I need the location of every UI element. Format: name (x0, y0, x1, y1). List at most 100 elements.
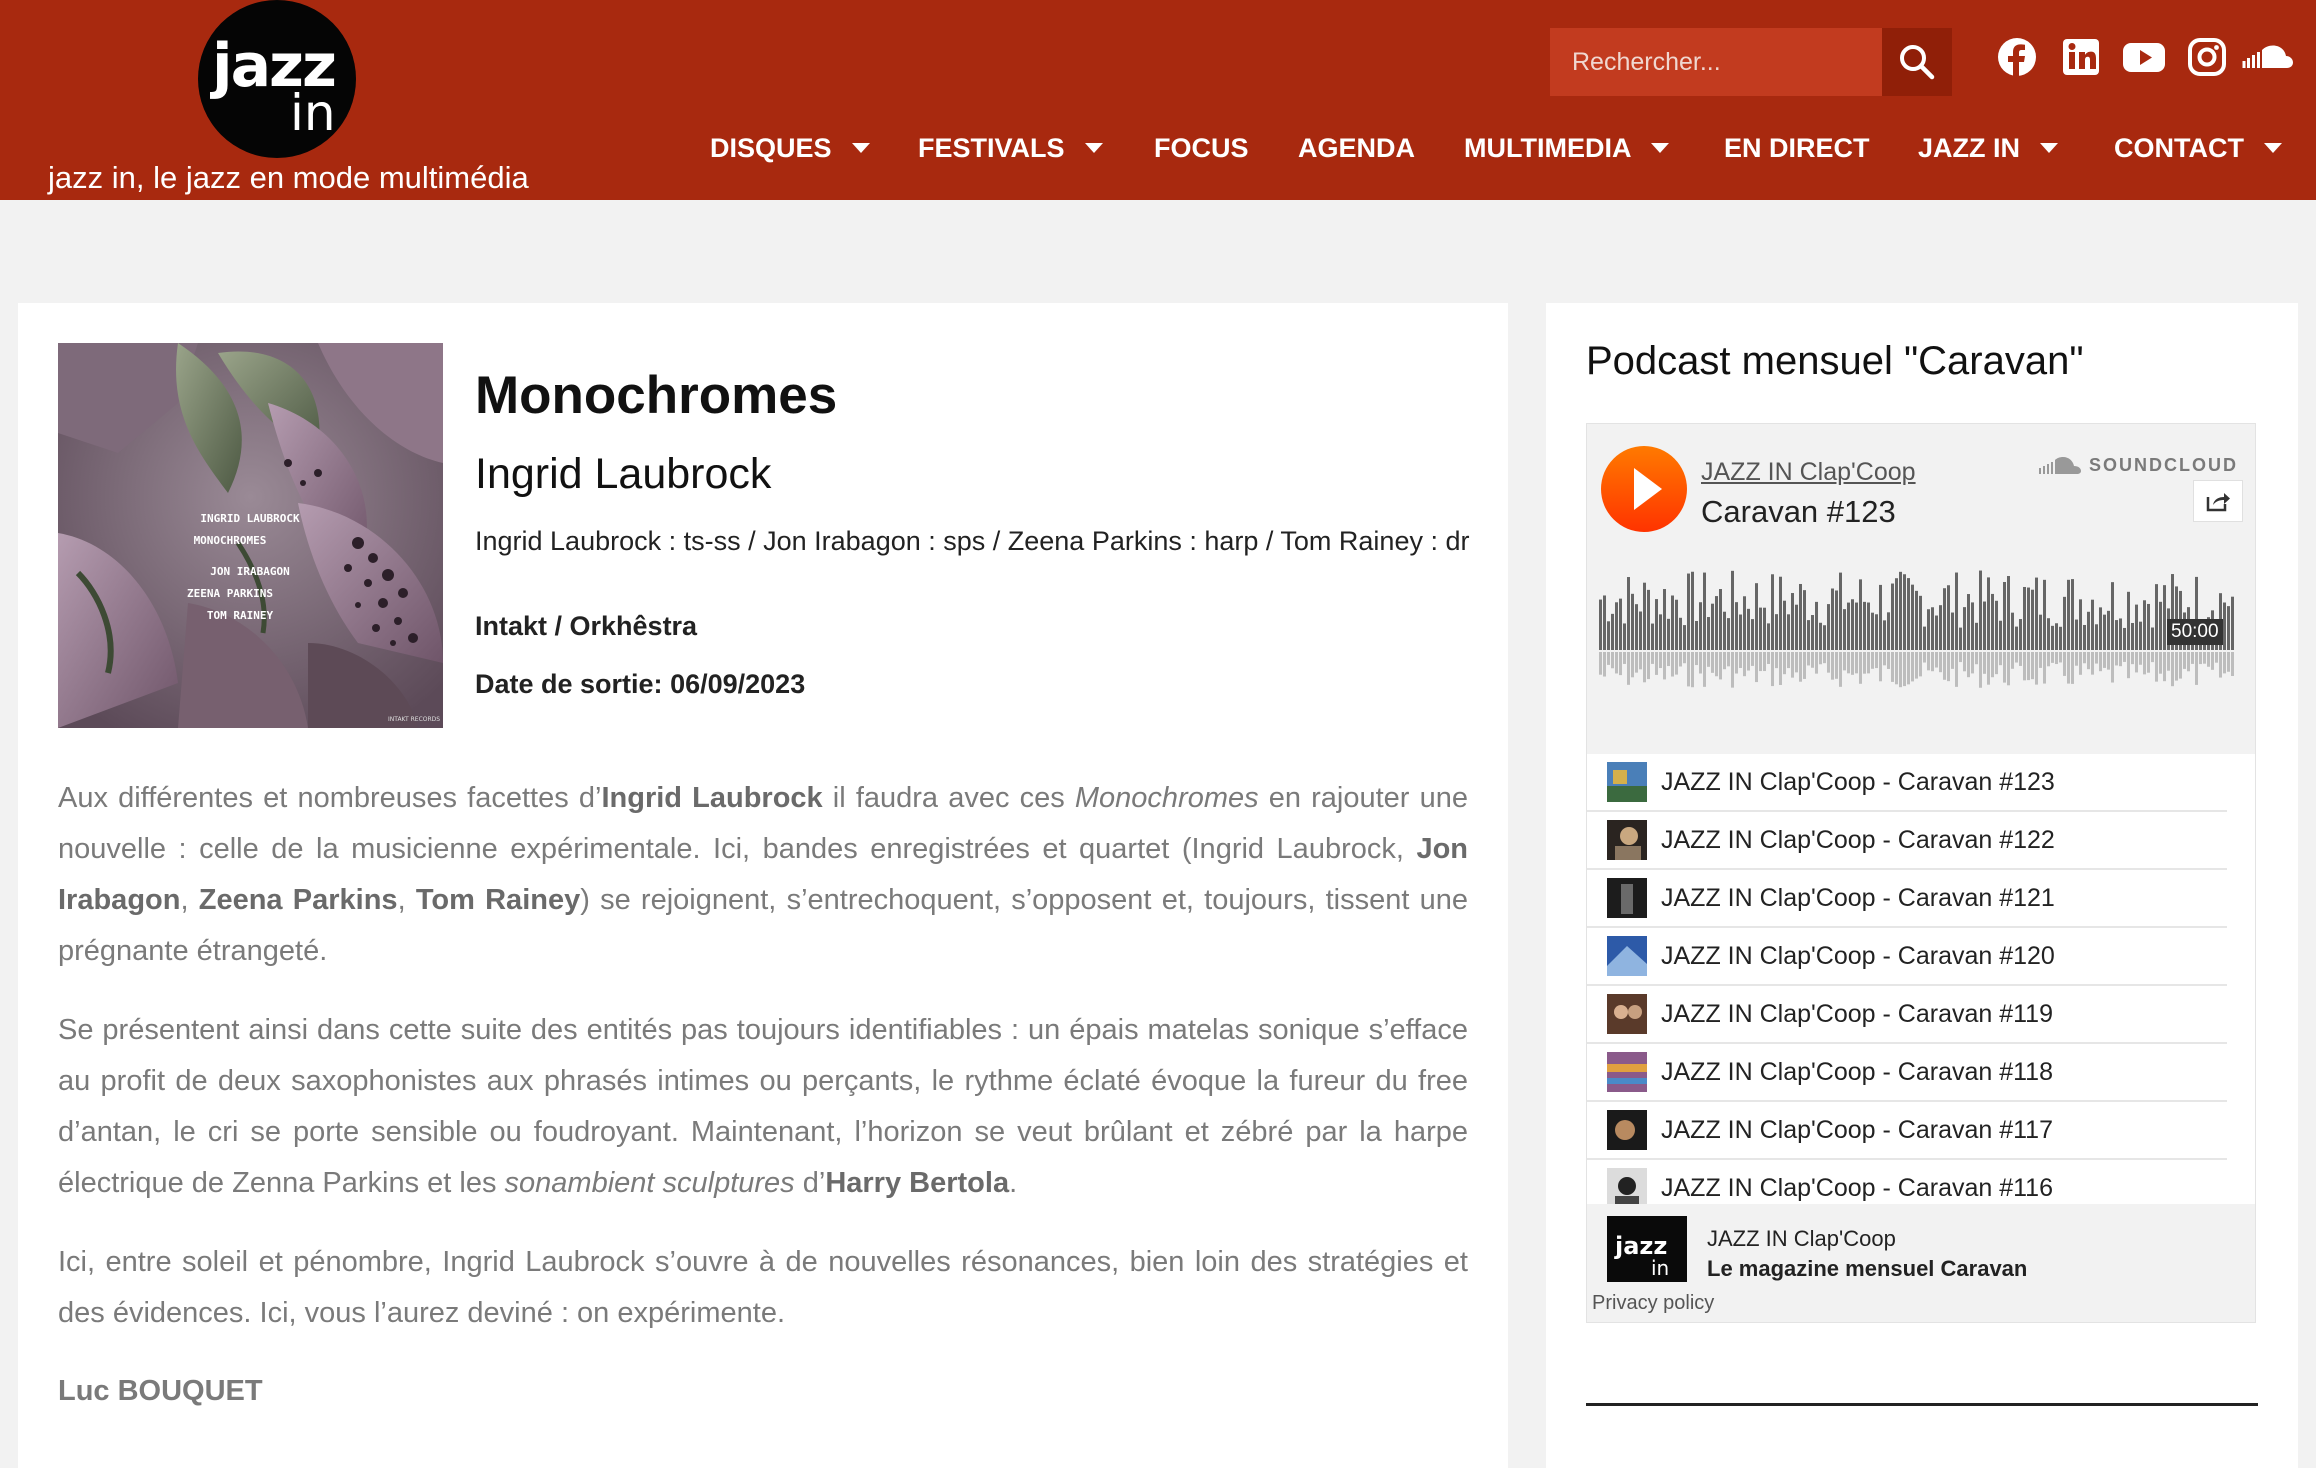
nav-multimedia[interactable]: MULTIMEDIA (1464, 128, 1670, 168)
track-thumbnail (1607, 1168, 1647, 1208)
waveform-bar (1999, 620, 2002, 650)
waveform-bar (1759, 607, 1762, 650)
player-track-title[interactable]: Caravan #123 (1701, 494, 1896, 530)
site-logo[interactable]: jazz in (198, 0, 356, 158)
waveform-reflection-bar (2067, 652, 2070, 684)
waveform-reflection-bar (1923, 652, 1926, 663)
waveform-reflection-bar (1791, 652, 1794, 678)
waveform-bar (2015, 626, 2018, 650)
waveform-bar (1919, 595, 1922, 650)
nav-focus[interactable]: FOCUS (1154, 128, 1249, 168)
nav-contact[interactable]: CONTACT (2114, 128, 2282, 168)
waveform-reflection-bar (2075, 652, 2078, 666)
waveform-bar (1747, 608, 1750, 650)
footer-logo[interactable]: jazz in (1607, 1216, 1687, 1282)
player-user-link[interactable]: JAZZ IN Clap'Coop (1701, 458, 1916, 487)
track-list-item[interactable]: JAZZ IN Clap'Coop - Caravan #123 (1587, 754, 2227, 812)
waveform-reflection-bar (2111, 652, 2114, 683)
nav-disques[interactable]: DISQUES (710, 128, 870, 168)
waveform-bar (1823, 625, 1826, 650)
search-input[interactable] (1550, 28, 1882, 96)
track-list-item[interactable]: JAZZ IN Clap'Coop - Caravan #118 (1587, 1044, 2227, 1102)
waveform-bar (2031, 589, 2034, 650)
waveform-reflection-bar (2199, 652, 2202, 665)
soundcloud-brand[interactable]: SOUNDCLOUD (2037, 454, 2238, 476)
waveform-reflection-bar (1807, 652, 1810, 666)
nav-jazz-in[interactable]: JAZZ IN (1918, 128, 2059, 168)
track-list-item[interactable]: JAZZ IN Clap'Coop - Caravan #119 (1587, 986, 2227, 1044)
waveform-bar (1899, 571, 1902, 650)
waveform-reflection-bar (1911, 652, 1914, 682)
nav-en-direct[interactable]: EN DIRECT (1724, 128, 1870, 168)
waveform-reflection-bar (1959, 652, 1962, 663)
waveform-reflection-bar (1743, 652, 1746, 677)
waveform-bar (2019, 619, 2022, 650)
instagram-icon[interactable] (2186, 36, 2228, 78)
release-date-label: Date de sortie: (475, 669, 663, 699)
waveform-reflection-bar (1859, 652, 1862, 684)
track-name: JAZZ IN Clap'Coop - Caravan #117 (1661, 1115, 2053, 1144)
nav-festivals[interactable]: FESTIVALS (918, 128, 1103, 168)
waveform-reflection-bar (1795, 652, 1798, 673)
waveform-reflection-bar (1843, 652, 1846, 671)
waveform-reflection-bar (2123, 652, 2126, 662)
waveform-reflection-bar (1999, 652, 2002, 666)
waveform-reflection-bar (1747, 652, 1750, 671)
waveform-reflection-bar (1627, 652, 1630, 685)
linkedin-icon[interactable] (2060, 36, 2102, 78)
waveform-reflection-bar (1695, 652, 1698, 666)
track-list-item[interactable]: JAZZ IN Clap'Coop - Caravan #117 (1587, 1102, 2227, 1160)
waveform-bar (2023, 586, 2026, 650)
waveform-bar (1675, 599, 1678, 650)
waveform-reflection-bar (1719, 652, 1722, 680)
nav-label: MULTIMEDIA (1464, 132, 1632, 163)
track-thumbnail (1607, 878, 1647, 918)
waveform[interactable] (1599, 564, 2235, 704)
waveform-reflection-bar (2091, 652, 2094, 675)
soundcloud-icon[interactable] (2242, 36, 2294, 78)
waveform-bar (1667, 618, 1670, 650)
album-personnel: Ingrid Laubrock : ts-ss / Jon Irabagon :… (475, 526, 1470, 556)
track-thumbnail (1607, 1052, 1647, 1092)
waveform-bar (2227, 606, 2230, 650)
waveform-bar (1975, 622, 1978, 650)
track-list-item[interactable]: JAZZ IN Clap'Coop - Caravan #121 (1587, 870, 2227, 928)
privacy-policy-link[interactable]: Privacy policy (1592, 1292, 1714, 1315)
review-paragraph-2: Se présentent ainsi dans cette suite des… (58, 1014, 1468, 1199)
nav-agenda[interactable]: AGENDA (1298, 128, 1415, 168)
waveform-bar (2095, 624, 2098, 650)
search-button[interactable] (1882, 28, 1952, 96)
track-list-item[interactable]: JAZZ IN Clap'Coop - Caravan #120 (1587, 928, 2227, 986)
cover-line-4: ZEENA PARKINS (187, 587, 273, 600)
waveform-bar (1703, 572, 1706, 650)
release-date: Date de sortie: 06/09/2023 (475, 669, 805, 700)
waveform-bar (1935, 615, 1938, 650)
waveform-reflection-bar (2179, 652, 2182, 679)
waveform-bar (1683, 625, 1686, 650)
waveform-reflection-bar (2015, 652, 2018, 663)
waveform-reflection-bar (2027, 652, 2030, 681)
waveform-reflection-bar (2047, 652, 2050, 667)
waveform-bar (1679, 617, 1682, 650)
waveform-reflection-bar (2011, 652, 2014, 669)
waveform-reflection-bar (2031, 652, 2034, 680)
footer-user-name[interactable]: JAZZ IN Clap'Coop (1707, 1226, 1896, 1252)
waveform-bar (1739, 614, 1742, 650)
waveform-reflection-bar (2171, 652, 2174, 687)
waveform-reflection-bar (1599, 652, 1602, 675)
waveform-reflection-bar (1615, 652, 1618, 674)
waveform-bar (1863, 601, 1866, 650)
waveform-bar (1831, 588, 1834, 650)
share-button[interactable] (2193, 480, 2243, 522)
player-footer: jazz in JAZZ IN Clap'Coop Le magazine me… (1587, 1204, 2255, 1322)
waveform-reflection-bar (2079, 652, 2082, 675)
track-duration: 50:00 (2167, 619, 2223, 645)
waveform-reflection-bar (1647, 652, 1650, 680)
youtube-icon[interactable] (2122, 36, 2166, 78)
footer-description: Le magazine mensuel Caravan (1707, 1256, 2028, 1281)
facebook-icon[interactable] (1996, 36, 2038, 78)
waveform-reflection-bar (2227, 652, 2230, 672)
track-list-item[interactable]: JAZZ IN Clap'Coop - Caravan #122 (1587, 812, 2227, 870)
sidebar-divider (1586, 1403, 2258, 1406)
play-button[interactable] (1601, 446, 1687, 532)
